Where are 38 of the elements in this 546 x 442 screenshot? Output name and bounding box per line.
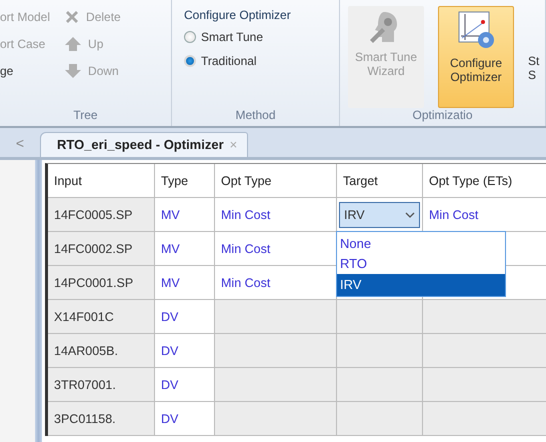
table-cell: 3TR07001. <box>48 368 155 402</box>
target-dropdown[interactable]: IRV <box>339 202 420 228</box>
radio-button[interactable] <box>184 31 196 43</box>
table-cell: MV <box>155 198 215 232</box>
column-header[interactable]: Type <box>155 164 215 198</box>
table-cell: 14AR005B. <box>48 334 155 368</box>
column-header[interactable]: Opt Type <box>215 164 337 198</box>
table-cell: MV <box>155 232 215 266</box>
table-cell: 14PC0001.SP <box>48 266 155 300</box>
radio-button[interactable] <box>184 55 196 67</box>
splitter[interactable] <box>35 160 42 442</box>
ribbon-item[interactable]: ge <box>0 62 50 80</box>
up-arrow-icon <box>64 36 82 52</box>
table-cell: 3PC01158. <box>48 402 155 436</box>
table-cell: Min Cost <box>215 198 337 232</box>
chevron-down-icon <box>405 212 415 218</box>
table-cell: 14FC0002.SP <box>48 232 155 266</box>
chart-gear-icon <box>456 10 496 50</box>
column-header[interactable]: Input <box>48 164 155 198</box>
group-title: Configure Optimizer <box>184 8 292 22</box>
ribbon-button-label[interactable]: St <box>528 54 540 68</box>
radio-label[interactable]: Traditional <box>201 54 257 68</box>
dropdown-option[interactable]: None <box>337 234 505 254</box>
group-label: Method <box>234 108 277 124</box>
dropdown-option[interactable]: RTO <box>337 254 505 274</box>
document-tab[interactable]: RTO_eri_speed - Optimizer × <box>40 132 248 157</box>
dropdown-option[interactable]: IRV <box>337 274 505 296</box>
radio-label[interactable]: Smart Tune <box>201 30 264 44</box>
down-arrow-icon <box>64 63 82 79</box>
delete-icon <box>64 9 80 25</box>
ribbon-button-label[interactable]: S <box>528 68 540 82</box>
table-cell: 14FC0005.SP <box>48 198 155 232</box>
table-cell: MV <box>155 266 215 300</box>
table-cell: X14F001C <box>48 300 155 334</box>
group-label: Optimizatio <box>411 108 474 124</box>
group-label: Tree <box>72 108 99 124</box>
column-header[interactable]: Target <box>337 164 423 198</box>
ribbon-button[interactable]: Configure Optimizer <box>438 6 514 108</box>
